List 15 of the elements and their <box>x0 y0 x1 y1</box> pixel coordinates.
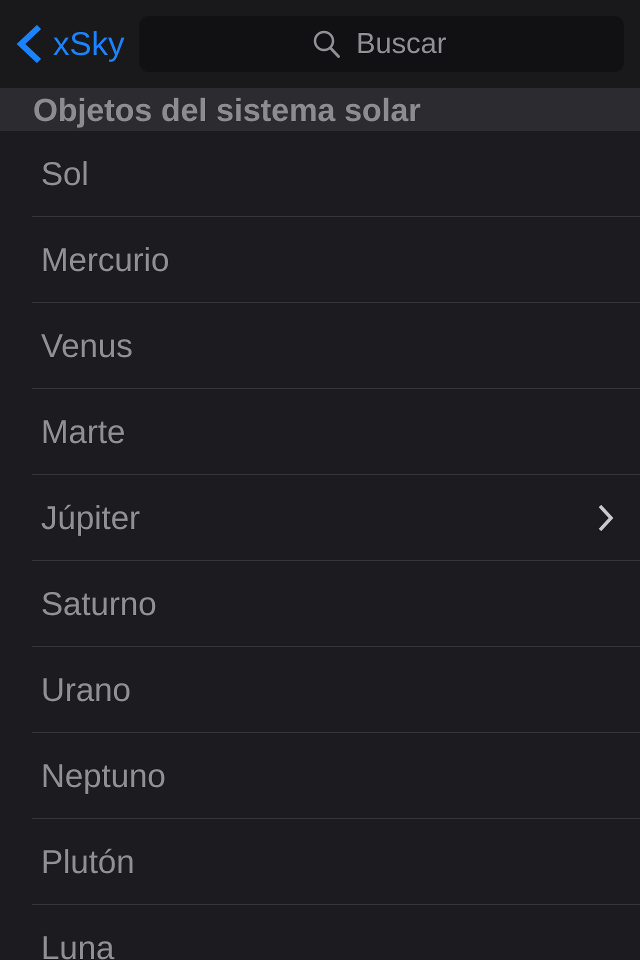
list-item[interactable]: Plutón <box>32 819 640 905</box>
list-item[interactable]: Sol <box>32 131 640 217</box>
list-item[interactable]: Mercurio <box>32 217 640 303</box>
section-title: Objetos del sistema solar <box>33 94 421 126</box>
search-icon <box>312 30 340 58</box>
list-item[interactable]: Urano <box>32 647 640 733</box>
list-item[interactable]: Marte <box>32 389 640 475</box>
list-item[interactable]: Luna <box>32 905 640 960</box>
list-item[interactable]: Saturno <box>32 561 640 647</box>
list-item[interactable]: Neptuno <box>32 733 640 819</box>
chevron-left-icon <box>16 24 43 64</box>
back-button[interactable]: xSky <box>16 22 127 66</box>
search-field[interactable]: Buscar <box>138 16 624 72</box>
list-item[interactable]: Venus <box>32 303 640 389</box>
list-item[interactable]: Júpiter <box>32 475 640 561</box>
